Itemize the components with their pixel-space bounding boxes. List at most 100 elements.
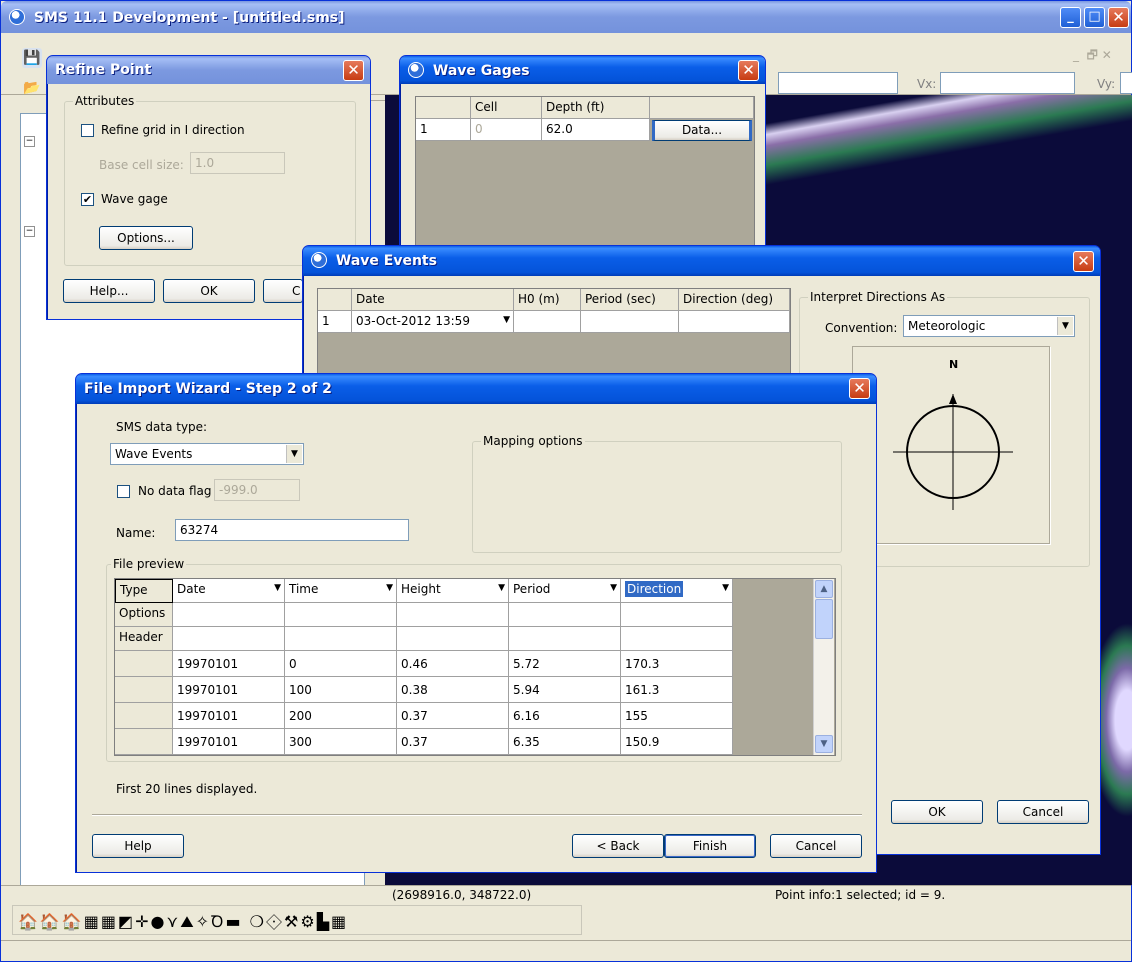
sms-data-type-select[interactable]: Wave Events ▼	[110, 443, 304, 465]
header-cell-4[interactable]	[509, 627, 621, 651]
wave-gages-titlebar[interactable]: Wave Gages	[400, 56, 765, 84]
we-col-direction: Direction (deg)	[679, 289, 790, 311]
wg-col-depth: Depth (ft)	[542, 97, 650, 119]
dropdown-arrow-icon[interactable]: ▼	[498, 583, 505, 593]
wave-gage-checkbox[interactable]: ✔	[81, 193, 94, 206]
refine-grid-checkbox[interactable]	[81, 124, 94, 137]
sms-data-type-dropdown-icon[interactable]: ▼	[286, 445, 302, 463]
dropdown-arrow-icon[interactable]: ▼	[386, 583, 393, 593]
type-select-period[interactable]: Period ▼	[509, 579, 621, 603]
wave-events-close-icon[interactable]: ✕	[1073, 251, 1094, 272]
wave-gage-label: Wave gage	[101, 192, 168, 206]
options-cell-5[interactable]	[621, 603, 733, 627]
we-row-index: 1	[318, 311, 352, 333]
wave-events-cancel-button[interactable]: Cancel	[997, 800, 1089, 824]
refine-point-titlebar[interactable]: Refine Point	[47, 56, 370, 84]
type-select-height[interactable]: Height ▼	[397, 579, 509, 603]
table-row: 0.37	[397, 703, 509, 729]
dropdown-arrow-icon[interactable]: ▼	[274, 583, 281, 593]
type-select-direction[interactable]: Direction ▼	[621, 579, 733, 603]
we-row-date[interactable]: 03-Oct-2012 13:59 ▼	[352, 311, 514, 333]
table-row: 19970101	[173, 703, 285, 729]
wizard-cancel-button[interactable]: Cancel	[770, 834, 862, 858]
type-select-date-value: Date	[177, 582, 206, 596]
table-row: 150.9	[621, 729, 733, 755]
scroll-down-icon[interactable]: ▼	[815, 735, 833, 753]
toolbar-module-icons[interactable]: 🏠🏠🏠▦▦◩✛●⋎⛰✧Ꝺ▬ ❍⟐⚒⚙▙▦	[18, 910, 348, 932]
tree-expander-2[interactable]: −	[24, 226, 35, 237]
we-col-period: Period (sec)	[581, 289, 679, 311]
wizard-titlebar[interactable]: File Import Wizard - Step 2 of 2	[76, 374, 876, 404]
we-row-h0[interactable]	[514, 311, 581, 333]
close-icon[interactable]: ✕	[1108, 7, 1129, 28]
wg-row-depth[interactable]: 62.0	[542, 119, 650, 141]
wizard-finish-button[interactable]: Finish	[664, 834, 756, 858]
wave-events-app-icon	[311, 252, 327, 268]
no-data-flag-field[interactable]: -999.0	[214, 479, 300, 501]
we-row-date-value: 03-Oct-2012 13:59	[356, 314, 470, 328]
we-row-direction[interactable]	[679, 311, 790, 333]
app-titlebar[interactable]: SMS 11.1 Development - [untitled.sms]	[1, 1, 1131, 33]
type-select-period-value: Period	[513, 582, 551, 596]
vy-field[interactable]	[1120, 72, 1132, 94]
minimize-icon[interactable]: _	[1060, 7, 1081, 28]
we-col-h0: H0 (m)	[514, 289, 581, 311]
status-coords: (2698916.0, 348722.0)	[392, 888, 532, 902]
preview-scrollbar[interactable]: ▲ ▼	[813, 579, 834, 755]
base-cell-field[interactable]: 1.0	[190, 152, 285, 174]
wizard-help-button[interactable]: Help	[92, 834, 184, 858]
save-icon[interactable]: 💾	[22, 48, 42, 68]
refine-help-button[interactable]: Help...	[63, 279, 155, 303]
tree-expander-1[interactable]: −	[24, 136, 35, 147]
wave-events-titlebar[interactable]: Wave Events	[303, 246, 1100, 276]
dropdown-arrow-icon[interactable]: ▼	[722, 583, 729, 593]
wg-row-cell[interactable]: 0	[471, 119, 542, 141]
wg-data-button[interactable]: Data...	[652, 120, 752, 141]
options-cell-2[interactable]	[285, 603, 397, 627]
preview-rowhdr-type: Type	[115, 579, 173, 603]
wizard-close-icon[interactable]: ✕	[849, 378, 870, 399]
open-icon[interactable]: 📂	[22, 78, 42, 98]
options-cell-3[interactable]	[397, 603, 509, 627]
name-field[interactable]: 63274	[175, 519, 409, 541]
wizard-back-button[interactable]: < Back	[572, 834, 664, 858]
table-row: 100	[285, 677, 397, 703]
convention-dropdown-icon[interactable]: ▼	[1057, 317, 1073, 335]
convention-select[interactable]: Meteorologic ▼	[903, 315, 1075, 337]
type-select-time[interactable]: Time ▼	[285, 579, 397, 603]
coord-field-1[interactable]	[778, 72, 898, 94]
refine-ok-button[interactable]: OK	[163, 279, 255, 303]
table-row: 200	[285, 703, 397, 729]
header-cell-1[interactable]	[173, 627, 285, 651]
wave-events-ok-button[interactable]: OK	[891, 800, 983, 824]
options-cell-1[interactable]	[173, 603, 285, 627]
header-cell-5[interactable]	[621, 627, 733, 651]
mapping-options-group: Mapping options	[472, 434, 842, 553]
table-row: 170.3	[621, 651, 733, 677]
wave-gages-app-icon	[408, 62, 424, 78]
base-cell-label: Base cell size:	[99, 158, 184, 172]
mdi-controls[interactable]: _ 🗗 ✕	[1073, 46, 1112, 67]
type-select-date[interactable]: Date ▼	[173, 579, 285, 603]
dropdown-arrow-icon[interactable]: ▼	[503, 315, 510, 325]
bottom-status-strip	[1, 940, 1131, 961]
wave-gages-close-icon[interactable]: ✕	[738, 60, 759, 81]
compass-icon	[893, 376, 1013, 516]
wave-events-title: Wave Events	[335, 253, 437, 269]
scroll-up-icon[interactable]: ▲	[815, 580, 833, 598]
scroll-thumb[interactable]	[815, 599, 833, 639]
options-button[interactable]: Options...	[99, 226, 193, 250]
maximize-icon[interactable]: □	[1084, 7, 1105, 28]
vy-label: Vy:	[1097, 77, 1116, 91]
options-cell-4[interactable]	[509, 603, 621, 627]
refine-cancel-button[interactable]: C	[263, 279, 303, 303]
preview-rowhdr-data-4	[115, 729, 173, 755]
header-cell-2[interactable]	[285, 627, 397, 651]
dropdown-arrow-icon[interactable]: ▼	[610, 583, 617, 593]
vx-field[interactable]	[940, 72, 1075, 94]
refine-point-close-icon[interactable]: ✕	[343, 60, 364, 81]
we-row-period[interactable]	[581, 311, 679, 333]
preview-rowhdr-data-3	[115, 703, 173, 729]
header-cell-3[interactable]	[397, 627, 509, 651]
no-data-flag-checkbox[interactable]	[117, 485, 130, 498]
